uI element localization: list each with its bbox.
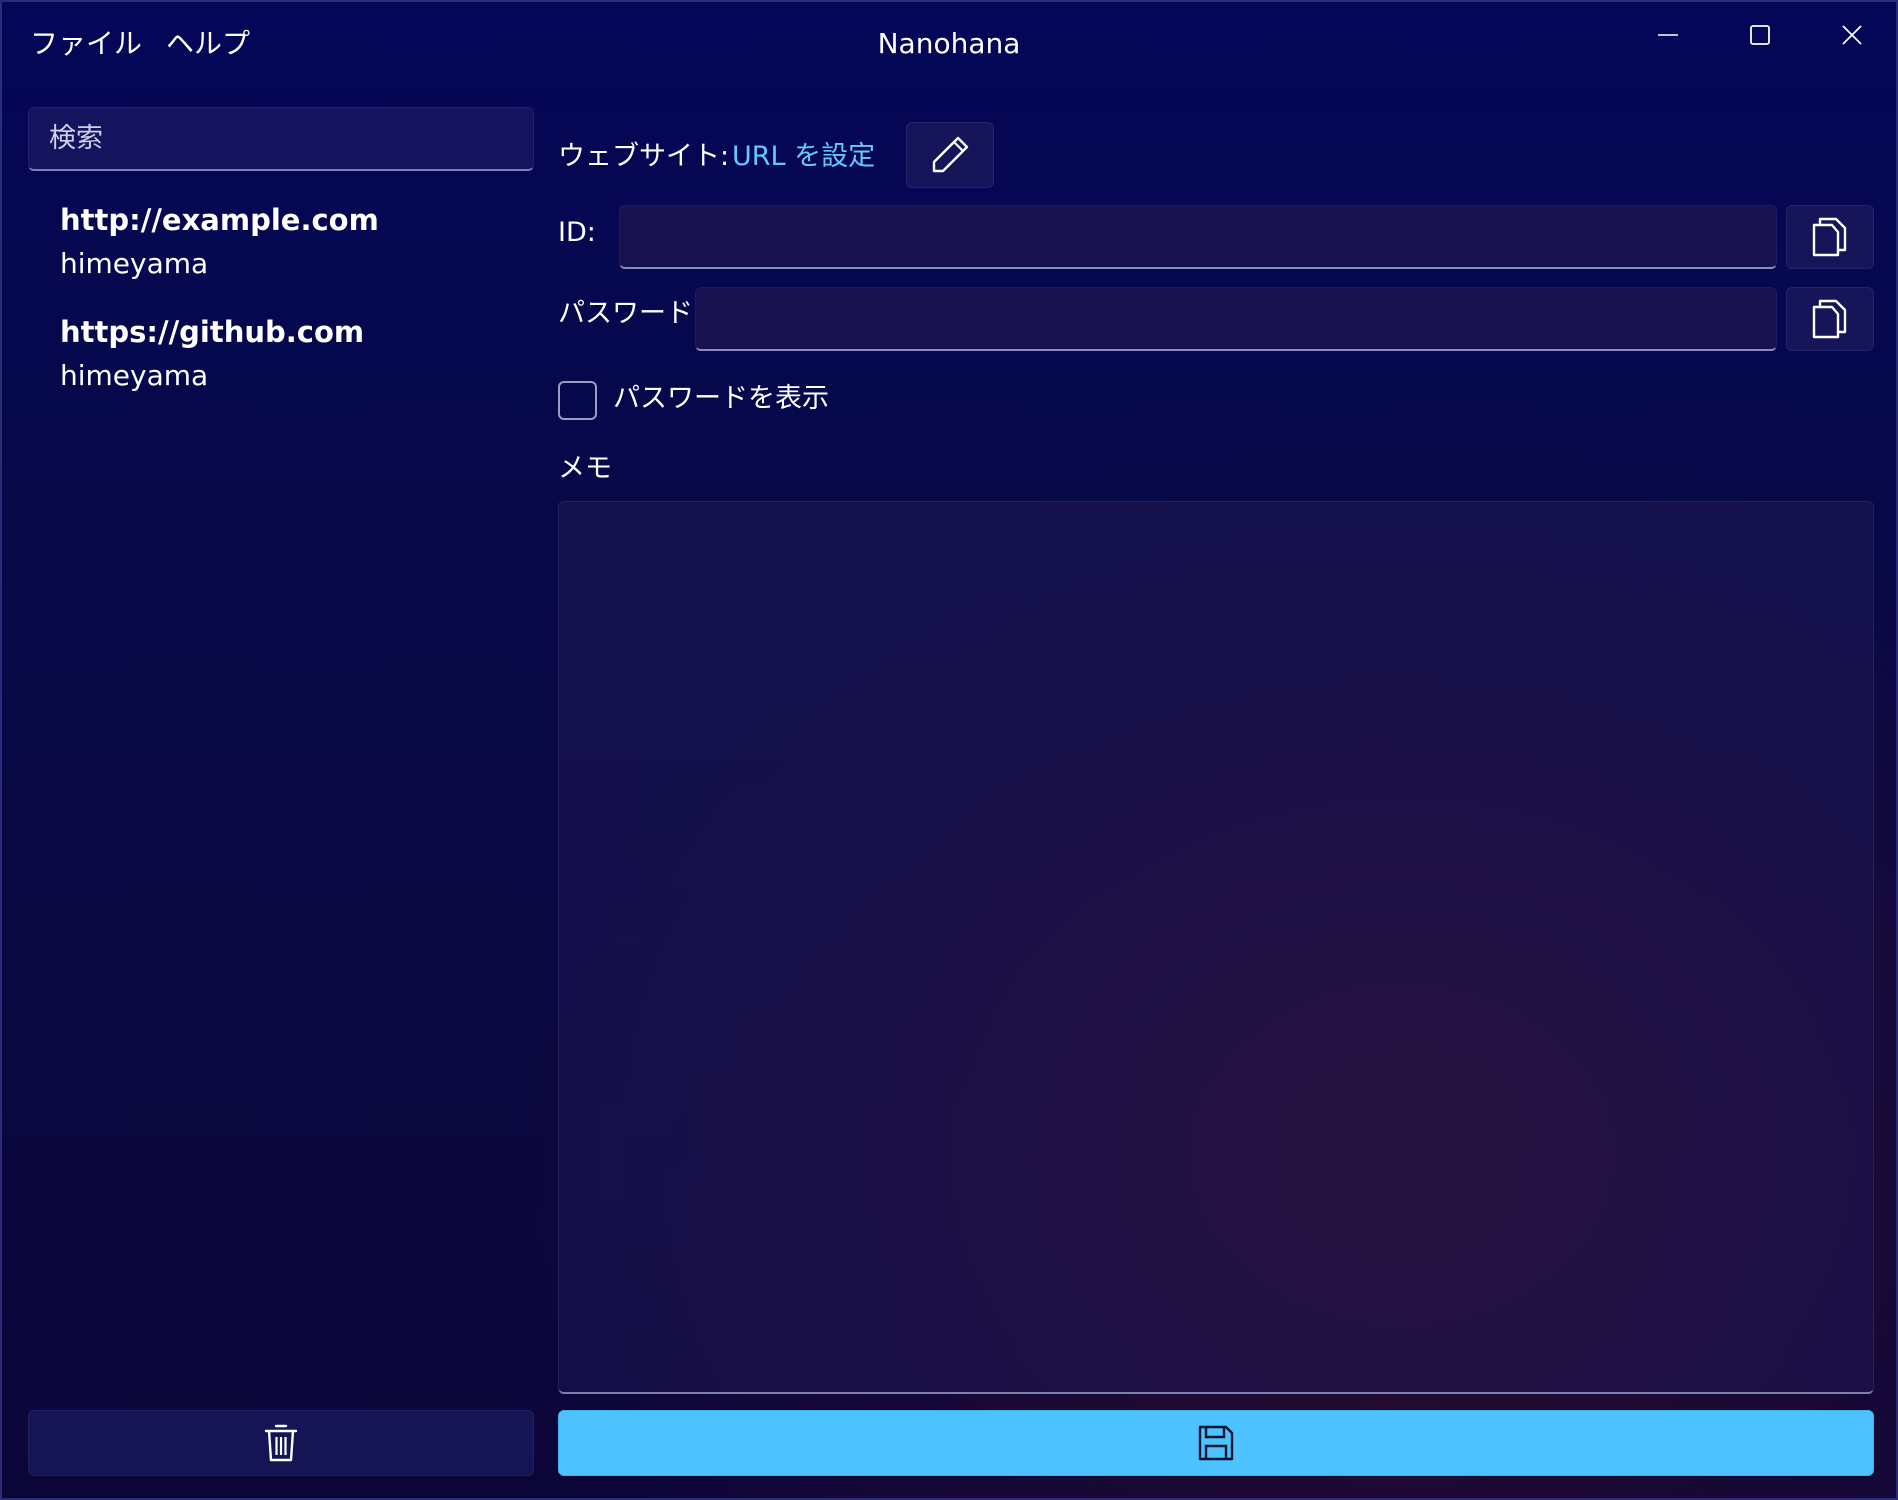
memo-label: メモ bbox=[558, 453, 612, 484]
app-window: ファイル ヘルプ Nanohana http://example.com him… bbox=[0, 0, 1898, 1500]
minimize-button[interactable] bbox=[1638, 12, 1698, 58]
window-title: Nanohana bbox=[877, 27, 1021, 60]
search-input[interactable] bbox=[28, 107, 534, 171]
password-field[interactable] bbox=[695, 287, 1777, 351]
copy-icon bbox=[1812, 299, 1847, 339]
show-password-checkbox[interactable] bbox=[558, 381, 597, 420]
website-link[interactable]: URL を設定 bbox=[732, 137, 875, 177]
copy-id-button[interactable] bbox=[1786, 205, 1874, 269]
maximize-icon bbox=[1750, 25, 1770, 45]
delete-button[interactable] bbox=[28, 1410, 534, 1476]
edit-url-button[interactable] bbox=[906, 122, 994, 188]
website-label: ウェブサイト: bbox=[558, 141, 730, 172]
save-icon bbox=[1198, 1425, 1234, 1461]
list-item-user: himeyama bbox=[60, 359, 209, 392]
password-label: パスワード: bbox=[558, 298, 703, 329]
maximize-button[interactable] bbox=[1730, 12, 1790, 58]
list-item-url: http://example.com bbox=[60, 203, 379, 237]
trash-icon bbox=[264, 1424, 298, 1462]
copy-password-button[interactable] bbox=[1786, 287, 1874, 351]
id-label: ID: bbox=[558, 217, 596, 248]
save-button[interactable] bbox=[558, 1410, 1874, 1476]
list-item[interactable]: https://github.com himeyama bbox=[60, 312, 520, 396]
minimize-icon bbox=[1658, 34, 1678, 36]
list-item[interactable]: http://example.com himeyama bbox=[60, 200, 520, 284]
memo-textarea[interactable] bbox=[558, 501, 1874, 1394]
title-bar: ファイル ヘルプ Nanohana bbox=[2, 2, 1896, 86]
show-password-label[interactable]: パスワードを表示 bbox=[613, 379, 829, 419]
id-field[interactable] bbox=[619, 205, 1777, 269]
list-item-url: https://github.com bbox=[60, 315, 365, 349]
close-button[interactable] bbox=[1822, 12, 1882, 58]
list-item-user: himeyama bbox=[60, 247, 209, 280]
close-icon bbox=[1842, 25, 1862, 45]
copy-icon bbox=[1812, 217, 1847, 257]
pencil-icon bbox=[932, 136, 969, 173]
